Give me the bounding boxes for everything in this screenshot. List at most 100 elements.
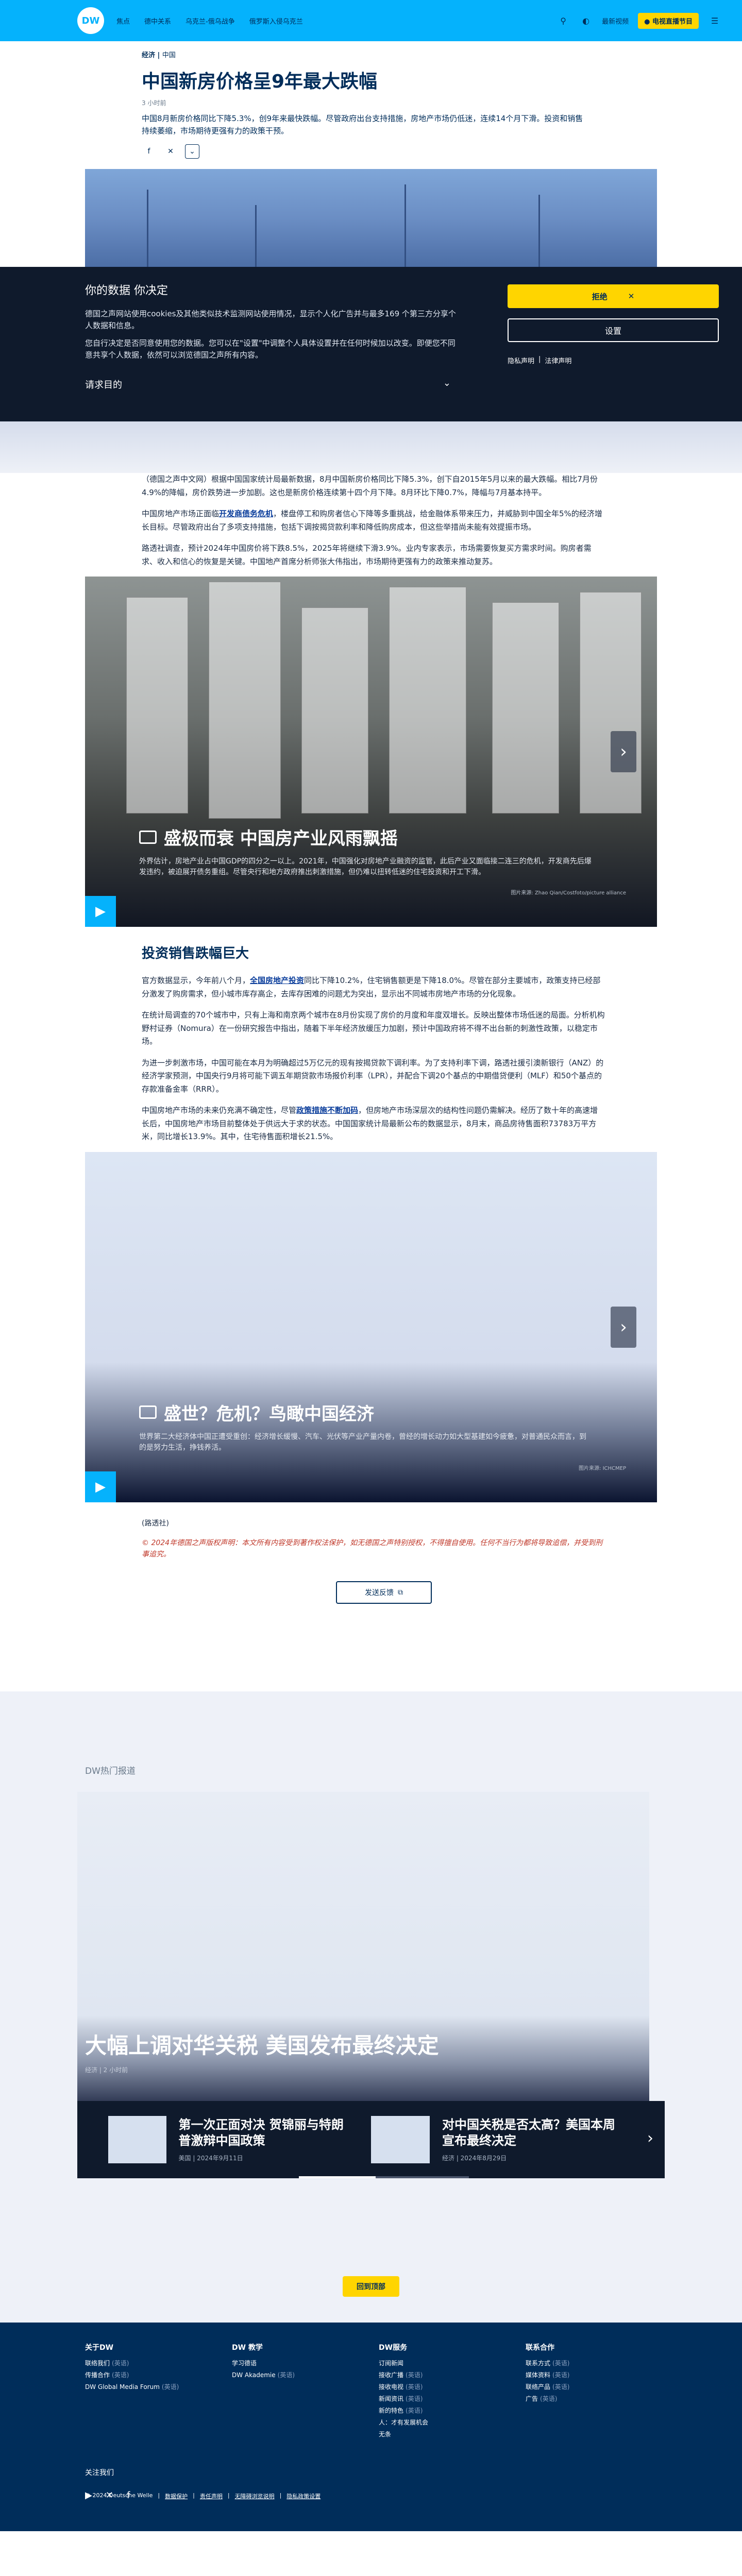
footer-link[interactable]: 广告 (英语) bbox=[526, 2394, 672, 2403]
article-body-2: 投资销售跌幅巨大 官方数据显示，今年前八个月，全国房地产投资同比下降10.2%，… bbox=[142, 942, 605, 1144]
text: 官方数据显示，今年前八个月， bbox=[142, 976, 250, 986]
footer-link[interactable]: 联系方式 (英语) bbox=[526, 2359, 672, 2367]
gallery-description: 外界估计，房地产业占中国GDP的四分之一以上。2021年，中国强化对房地产业融资… bbox=[139, 857, 592, 876]
legal-links: © 2024 Deutsche Welle | 数据保护 | 责任声明 | 无障… bbox=[85, 2492, 321, 2500]
hot-hero-card[interactable]: 大幅上调对华关税 美国发布最终决定 经济 | 2 小时前 bbox=[77, 1791, 649, 2111]
teaser-card[interactable]: 对中国关税是否太高？美国本周宣布最终决定 经济 | 2024年8月29日 bbox=[371, 2115, 618, 2163]
privacy-link[interactable]: 隐私声明 bbox=[508, 355, 534, 365]
footer-link[interactable]: 订阅新闻 bbox=[379, 2359, 526, 2367]
facebook-icon[interactable]: f bbox=[142, 144, 156, 159]
gallery-next-button[interactable]: › bbox=[611, 1306, 636, 1348]
crane-shape bbox=[538, 195, 540, 267]
legal-link[interactable]: 隐私政策设置 bbox=[286, 2492, 321, 2500]
legal-link[interactable]: 责任声明 bbox=[200, 2492, 223, 2500]
footer-link[interactable]: 学习德语 bbox=[232, 2359, 379, 2367]
nav-item-russia[interactable]: 俄罗斯入侵乌克兰 bbox=[249, 16, 303, 26]
gallery-caption: 盛极而衰 中国房产业风雨飘摇 bbox=[139, 824, 398, 850]
crane-shape bbox=[404, 184, 406, 267]
crane-shape bbox=[147, 190, 148, 267]
play-icon[interactable]: ▶ bbox=[85, 896, 116, 927]
menu-icon[interactable]: ☰ bbox=[708, 14, 721, 27]
teaser-thumbnail bbox=[108, 2115, 166, 2163]
footer-column: DW 教学 学习德语 DW Akademie (英语) bbox=[232, 2342, 379, 2442]
legal-link[interactable]: 法律声明 bbox=[545, 355, 571, 365]
settings-button[interactable]: 设置 bbox=[508, 318, 719, 342]
chevron-right-icon[interactable]: › bbox=[647, 2129, 653, 2147]
hot-reports-title: DW热门报道 bbox=[85, 1766, 136, 1776]
subcategory-link[interactable]: 中国 bbox=[162, 52, 176, 59]
footer-link-text: 媒体资料 bbox=[526, 2371, 551, 2379]
footer-link[interactable]: 接收电视 (英语) bbox=[379, 2382, 526, 2391]
footer-link[interactable]: 新闻资讯 (英语) bbox=[379, 2394, 526, 2403]
developer-debt-link[interactable]: 开发商债务危机 bbox=[219, 509, 273, 518]
footer-link-lang: (英语) bbox=[406, 2406, 423, 2414]
follow-us-label: 关注我们 bbox=[85, 2468, 114, 2477]
share-bar: f ✕ ⌄ bbox=[142, 144, 657, 159]
teaser-card[interactable]: 第一次正面对决 贺锦丽与特朗普激辩中国政策 美国 | 2024年9月11日 bbox=[108, 2115, 356, 2163]
back-to-top-button[interactable]: 回到顶部 bbox=[343, 2276, 399, 2297]
purpose-toggle[interactable]: 请求目的 ⌄ bbox=[85, 378, 451, 391]
teaser-meta: 经济 | 2024年8月29日 bbox=[442, 2154, 507, 2162]
footer-link[interactable]: 人：才有发展机会 bbox=[379, 2418, 526, 2427]
footer-link-text: 新的特色 bbox=[379, 2406, 404, 2414]
cookie-text-1: 德国之声网站使用cookies及其他类似技术监测网站使用情况，显示个人化广告并与… bbox=[85, 309, 456, 331]
share-more-icon[interactable]: ⌄ bbox=[185, 144, 199, 159]
footer-link-list: 联系方式 (英语) 媒体资料 (英语) 联络产品 (英语) 广告 (英语) bbox=[526, 2359, 672, 2403]
nav-item-focus[interactable]: 焦点 bbox=[116, 16, 130, 26]
gallery-next-button[interactable]: › bbox=[611, 731, 636, 772]
building-shape bbox=[126, 597, 188, 814]
send-feedback-label: 发送反馈 bbox=[365, 1588, 394, 1597]
paragraph: （德国之声中文网）根据中国国家统计局最新数据，8月中国新房价格同比下降5.3%，… bbox=[142, 474, 598, 497]
live-tv-button[interactable]: ● 电视直播节目 bbox=[638, 12, 699, 29]
article-lead: 中国8月新房价格同比下降5.3%，创9年来最快跌幅。尽管政府出台支持措施，房地产… bbox=[142, 114, 583, 135]
carousel-progress bbox=[299, 2176, 469, 2178]
footer-column: 关于DW 联络我们 (英语) 传播合作 (英语) DW Global Media Foru… bbox=[85, 2342, 232, 2442]
footer-link-text: 接收电视 bbox=[379, 2383, 404, 2391]
legal-link[interactable]: 无障碍浏览说明 bbox=[235, 2492, 275, 2500]
x-icon[interactable]: ✕ bbox=[163, 144, 178, 159]
category-link[interactable]: 经济 bbox=[142, 52, 155, 59]
globe-icon[interactable]: ◐ bbox=[579, 14, 593, 27]
footer-link[interactable]: DW Akademie (英语) bbox=[232, 2370, 379, 2379]
nav-item-germany-china[interactable]: 德中关系 bbox=[144, 16, 171, 26]
image-gallery-2[interactable]: 盛世？危机？鸟瞰中国经济 世界第二大经济体中国正遭受重创：经济增长缓慢、汽车、光… bbox=[85, 1151, 657, 1502]
footer-link[interactable]: 新的特色 (英语) bbox=[379, 2406, 526, 2415]
chevron-down-icon: ⌄ bbox=[443, 378, 451, 388]
image-gallery-1[interactable]: 盛极而衰 中国房产业风雨飘摇 外界估计，房地产业占中国GDP的四分之一以上。20… bbox=[85, 577, 657, 927]
text: 中国房地产市场的未来仍充满不确定性，尽管 bbox=[142, 1106, 297, 1115]
footer-link[interactable]: 联络产品 (英语) bbox=[526, 2382, 672, 2391]
investment-link[interactable]: 全国房地产投资 bbox=[250, 976, 304, 985]
cookie-actions: 拒绝 ✕ 设置 隐私声明 | 法律声明 bbox=[508, 284, 719, 365]
main-nav: 焦点 德中关系 乌克兰-俄乌战争 俄罗斯入侵乌克兰 bbox=[116, 16, 303, 26]
send-feedback-button[interactable]: 发送反馈 ⧉ bbox=[336, 1581, 432, 1604]
search-icon[interactable]: ⚲ bbox=[556, 14, 570, 27]
footer-link-lang: (英语) bbox=[112, 2359, 129, 2367]
footer-link[interactable]: DW Global Media Forum (英语) bbox=[85, 2382, 232, 2391]
hot-hero-title: 大幅上调对华关税 美国发布最终决定 bbox=[85, 2032, 439, 2058]
policy-link[interactable]: 政策措施不断加码 bbox=[296, 1106, 358, 1115]
copyright-note: © 2024年德国之声版权声明：本文所有内容受到著作权法保护，如无德国之声特别授… bbox=[142, 1539, 603, 1559]
footer-link[interactable]: 媒体资料 (英语) bbox=[526, 2370, 672, 2379]
footer-link-list: 学习德语 DW Akademie (英语) bbox=[232, 2359, 379, 2379]
footer-column-title: 关于DW bbox=[85, 2343, 114, 2352]
footer-column: 联系合作 联系方式 (英语) 媒体资料 (英语) 联络产品 (英语) 广告 (英语) bbox=[526, 2342, 672, 2442]
teaser-meta: 美国 | 2024年9月11日 bbox=[178, 2154, 243, 2162]
footer-link[interactable]: 接收广播 (英语) bbox=[379, 2370, 526, 2379]
nav-item-ukraine[interactable]: 乌克兰-俄乌战争 bbox=[185, 16, 235, 26]
footer-link-list: 订阅新闻 接收广播 (英语) 接收电视 (英语) 新闻资讯 (英语) 新的特色 (英语) 人：才有… bbox=[379, 2359, 526, 2438]
hot-hero-meta: 经济 | 2 小时前 bbox=[85, 2066, 128, 2074]
footer-link[interactable]: 联络我们 (英语) bbox=[85, 2359, 232, 2367]
footer-link-lang: (英语) bbox=[406, 2371, 423, 2379]
reject-button[interactable]: 拒绝 ✕ bbox=[508, 284, 719, 308]
legal-link[interactable]: 数据保护 bbox=[165, 2492, 188, 2500]
footer-link-lang: (英语) bbox=[552, 2371, 570, 2379]
play-icon[interactable]: ▶ bbox=[85, 1471, 116, 1502]
footer-link[interactable]: 传播合作 (英语) bbox=[85, 2370, 232, 2379]
camera-icon bbox=[139, 830, 157, 844]
footer-link[interactable]: 无条 bbox=[379, 2430, 526, 2438]
purpose-label: 请求目的 bbox=[85, 380, 122, 391]
dw-logo[interactable]: DW bbox=[77, 7, 104, 34]
latest-video-link[interactable]: 最新视频 bbox=[602, 16, 629, 26]
